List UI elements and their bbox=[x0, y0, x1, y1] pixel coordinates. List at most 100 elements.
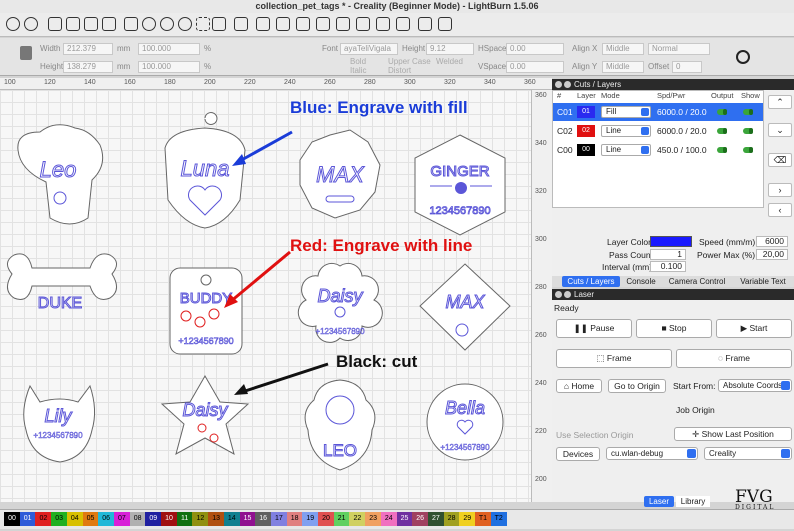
palette-swatch[interactable]: 21 bbox=[333, 512, 350, 526]
distribute-h-icon[interactable] bbox=[418, 17, 432, 31]
move-left-icon[interactable]: ‹ bbox=[768, 203, 792, 217]
home-button[interactable]: ⌂ Home bbox=[556, 379, 602, 393]
hspace-field[interactable]: 0.00 bbox=[506, 43, 564, 55]
select-icon[interactable] bbox=[196, 17, 210, 31]
layer-color-swatch[interactable] bbox=[650, 236, 692, 247]
palette-swatch[interactable]: 28 bbox=[443, 512, 460, 526]
open-file-icon[interactable] bbox=[6, 17, 20, 31]
palette-swatch[interactable]: 00 bbox=[4, 512, 20, 526]
palette-swatch[interactable]: 05 bbox=[82, 512, 99, 526]
palette-swatch[interactable]: 03 bbox=[51, 512, 68, 526]
distort-checkbox[interactable]: Distort bbox=[388, 66, 411, 75]
save-icon[interactable] bbox=[24, 17, 38, 31]
height-scale-field[interactable]: 100.000 bbox=[138, 61, 200, 73]
job-origin-grid[interactable] bbox=[722, 395, 782, 423]
palette-swatch[interactable]: 29 bbox=[459, 512, 476, 526]
layer-row[interactable]: C01 01 Fill 6000.0 / 20.0 bbox=[553, 103, 763, 121]
palette-swatch[interactable]: 01 bbox=[19, 512, 36, 526]
palette-swatch[interactable]: 16 bbox=[255, 512, 272, 526]
palette-swatch[interactable]: T2 bbox=[490, 512, 507, 526]
palette-swatch[interactable]: 15 bbox=[239, 512, 256, 526]
show-toggle[interactable] bbox=[743, 147, 753, 153]
lock-icon[interactable] bbox=[20, 46, 32, 60]
palette-swatch[interactable]: T1 bbox=[475, 512, 491, 526]
tab-laser[interactable]: Laser bbox=[644, 496, 674, 507]
tab-variable-text[interactable]: Variable Text bbox=[734, 276, 792, 287]
layer-row[interactable]: C00 00 Line 450.0 / 100.0 bbox=[553, 141, 763, 159]
welded-checkbox[interactable]: Welded bbox=[436, 57, 463, 66]
palette-swatch[interactable]: 07 bbox=[113, 512, 130, 526]
camera-icon[interactable] bbox=[212, 17, 226, 31]
palette-swatch[interactable]: 10 bbox=[161, 512, 177, 526]
interval-field[interactable]: 0.100 bbox=[650, 261, 686, 272]
output-toggle[interactable] bbox=[717, 109, 727, 115]
copy-icon[interactable] bbox=[66, 17, 80, 31]
align-left-icon[interactable] bbox=[296, 17, 310, 31]
rotate-icon[interactable] bbox=[736, 50, 750, 64]
palette-swatch[interactable]: 20 bbox=[318, 512, 334, 526]
move-layer-up-icon[interactable]: ⌃ bbox=[768, 95, 792, 109]
palette-swatch[interactable]: 08 bbox=[129, 512, 146, 526]
design-canvas[interactable]: Leo Luna MAX GINGER 1234567890 DUKE BUDD… bbox=[0, 90, 531, 502]
layer-mode-select[interactable]: Fill bbox=[601, 106, 651, 118]
pass-count-field[interactable]: 1 bbox=[650, 249, 686, 260]
palette-swatch[interactable]: 14 bbox=[223, 512, 240, 526]
tab-cuts-layers[interactable]: Cuts / Layers bbox=[562, 276, 620, 287]
zoom-out-icon[interactable] bbox=[178, 17, 192, 31]
panel-close-icon[interactable] bbox=[555, 81, 562, 88]
palette-swatch[interactable]: 13 bbox=[208, 512, 225, 526]
speed-field[interactable]: 6000 bbox=[756, 236, 788, 247]
align-middle-icon[interactable] bbox=[376, 17, 390, 31]
palette-swatch[interactable]: 19 bbox=[302, 512, 319, 526]
palette-swatch[interactable]: 17 bbox=[270, 512, 287, 526]
palette-swatch[interactable]: 23 bbox=[365, 512, 382, 526]
layer-row[interactable]: C02 02 Line 6000.0 / 20.0 bbox=[553, 122, 763, 140]
upper-case-checkbox[interactable]: Upper Case bbox=[388, 57, 431, 66]
paste-icon[interactable] bbox=[84, 17, 98, 31]
palette-swatch[interactable]: 24 bbox=[380, 512, 397, 526]
palette-swatch[interactable]: 04 bbox=[66, 512, 83, 526]
palette-swatch[interactable]: 09 bbox=[145, 512, 162, 526]
palette-swatch[interactable]: 12 bbox=[192, 512, 209, 526]
frame-button[interactable]: ⬚ Frame bbox=[556, 349, 672, 368]
normal-select[interactable]: Normal bbox=[648, 43, 710, 55]
panel-float-icon[interactable] bbox=[564, 291, 571, 298]
italic-checkbox[interactable]: Italic bbox=[350, 66, 366, 75]
vspace-field[interactable]: 0.00 bbox=[506, 61, 564, 73]
aligny-select[interactable]: Middle bbox=[602, 61, 644, 73]
show-last-position-button[interactable]: ✛ Show Last Position bbox=[674, 427, 792, 441]
tools-icon[interactable] bbox=[276, 17, 290, 31]
stop-button[interactable]: ■ Stop bbox=[636, 319, 712, 338]
start-from-select[interactable]: Absolute Coords bbox=[718, 379, 792, 392]
device-name-select[interactable]: Creality bbox=[704, 447, 792, 460]
tab-console[interactable]: Console bbox=[622, 276, 660, 287]
panel-float-icon[interactable] bbox=[564, 81, 571, 88]
go-to-origin-button[interactable]: Go to Origin bbox=[608, 379, 666, 393]
text-height-field[interactable]: 9.12 bbox=[426, 43, 474, 55]
palette-swatch[interactable]: 26 bbox=[412, 512, 429, 526]
tab-camera-control[interactable]: Camera Control bbox=[664, 276, 730, 287]
move-icon[interactable] bbox=[124, 17, 138, 31]
delete-icon[interactable] bbox=[102, 17, 116, 31]
offset-field[interactable]: 0 bbox=[672, 61, 702, 73]
layer-mode-select[interactable]: Line bbox=[601, 125, 651, 137]
tab-library[interactable]: Library bbox=[676, 496, 710, 507]
align-right-icon[interactable] bbox=[336, 17, 350, 31]
output-toggle[interactable] bbox=[717, 147, 727, 153]
layer-mode-select[interactable]: Line bbox=[601, 144, 651, 156]
settings-icon[interactable] bbox=[256, 17, 270, 31]
start-button[interactable]: ▶ Start bbox=[716, 319, 792, 338]
devices-button[interactable]: Devices bbox=[556, 447, 600, 461]
device-port-select[interactable]: cu.wlan-debug bbox=[606, 447, 698, 460]
show-toggle[interactable] bbox=[743, 109, 753, 115]
palette-swatch[interactable]: 25 bbox=[396, 512, 413, 526]
pause-button[interactable]: ❚❚ Pause bbox=[556, 319, 632, 338]
font-select[interactable]: ayaTeliVigala bbox=[340, 43, 398, 55]
move-layer-down-icon[interactable]: ⌄ bbox=[768, 123, 792, 137]
power-max-field[interactable]: 20,00 bbox=[756, 249, 788, 260]
move-right-icon[interactable]: › bbox=[768, 183, 792, 197]
zoom-in-icon[interactable] bbox=[142, 17, 156, 31]
frame-circle-button[interactable]: ◌ Frame bbox=[676, 349, 792, 368]
palette-swatch[interactable]: 27 bbox=[427, 512, 444, 526]
align-bottom-icon[interactable] bbox=[396, 17, 410, 31]
